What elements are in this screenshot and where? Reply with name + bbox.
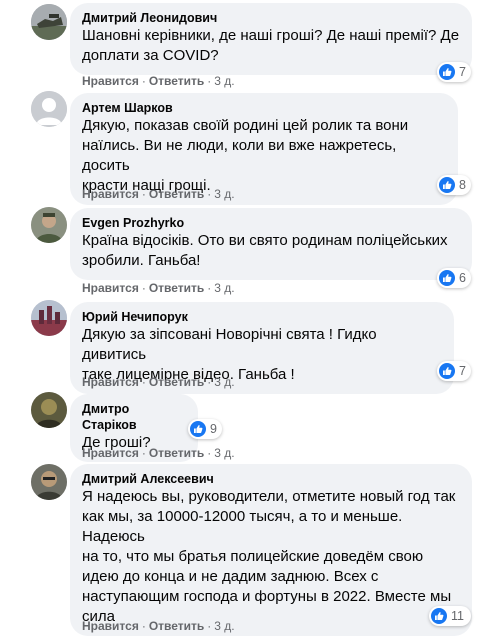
avatar-image — [31, 300, 67, 336]
thumbs-up-icon — [190, 421, 206, 437]
separator: · — [141, 375, 146, 389]
thumbs-up-icon — [439, 270, 455, 286]
comment-actions: Нравится · Ответить · 3 д. — [82, 445, 235, 461]
comment-time[interactable]: 3 д. — [214, 74, 234, 88]
comment-text-line: наїлись. Ви не люди, коли ви вже нажрете… — [82, 137, 397, 174]
comment-actions: Нравится · Ответить · 3 д. — [82, 374, 235, 390]
avatar-image — [31, 4, 67, 40]
separator: · — [207, 187, 212, 201]
avatar[interactable] — [31, 4, 67, 40]
comment-time[interactable]: 3 д. — [214, 187, 234, 201]
reply-link[interactable]: Ответить — [149, 187, 204, 201]
avatar-image — [31, 464, 67, 500]
comment-author[interactable]: Юрий Нечипорук — [82, 309, 442, 325]
comment-actions: Нравится · Ответить · 3 д. — [82, 186, 235, 202]
separator: · — [141, 619, 146, 633]
thumbs-up-icon — [439, 177, 455, 193]
separator: · — [207, 375, 212, 389]
comment-time[interactable]: 3 д. — [214, 446, 234, 460]
thumbs-up-icon — [439, 64, 455, 80]
reaction-count-badge[interactable]: 7 — [437, 361, 471, 381]
separator: · — [141, 446, 146, 460]
like-link[interactable]: Нравится — [82, 74, 139, 88]
comment-actions: Нравится · Ответить · 3 д. — [82, 280, 235, 296]
comment-text-line: как мы, за 10000-12000 тысяч, а то и мен… — [82, 508, 403, 545]
separator: · — [207, 74, 212, 88]
reply-link[interactable]: Ответить — [149, 74, 204, 88]
comment-text-line: Я надеюсь вы, руководители, отметите нов… — [82, 488, 456, 505]
comment-text-line: доплати за COVID? — [82, 47, 219, 64]
thumbs-up-icon — [439, 363, 455, 379]
comment-text-line: Країна відосіків. Ото ви свято родинам п… — [82, 232, 448, 249]
avatar[interactable] — [31, 207, 67, 243]
comment-author[interactable]: Дмитрий Алексеевич — [82, 471, 460, 487]
comment-text-line: Шановні керівники, де наші гроші? Де наш… — [82, 27, 460, 44]
reaction-count: 9 — [210, 422, 217, 436]
thumbs-up-icon — [431, 608, 447, 624]
separator: · — [207, 281, 212, 295]
comment-bubble: Дмитрий Леонидович Шановні керівники, де… — [70, 3, 472, 75]
comment-author[interactable]: Дмитро Старіков — [82, 401, 186, 433]
comment-time[interactable]: 3 д. — [214, 619, 234, 633]
reply-link[interactable]: Ответить — [149, 446, 204, 460]
separator: · — [141, 187, 146, 201]
separator: · — [141, 281, 146, 295]
separator: · — [207, 619, 212, 633]
reaction-count: 7 — [459, 364, 466, 378]
avatar[interactable] — [31, 91, 67, 127]
comment-time[interactable]: 3 д. — [214, 281, 234, 295]
comment-bubble: Дмитрий Алексеевич Я надеюсь вы, руковод… — [70, 464, 472, 636]
separator: · — [141, 74, 146, 88]
reaction-count-badge[interactable]: 6 — [437, 268, 471, 288]
reply-link[interactable]: Ответить — [149, 375, 204, 389]
reply-link[interactable]: Ответить — [149, 619, 204, 633]
avatar-image — [31, 207, 67, 243]
default-avatar-image — [31, 91, 67, 127]
like-link[interactable]: Нравится — [82, 446, 139, 460]
comment-text-line: Дякую, показав своїй родині цей ролик та… — [82, 117, 409, 134]
separator: · — [207, 446, 212, 460]
reaction-count-badge[interactable]: 8 — [437, 175, 471, 195]
reaction-count-badge[interactable]: 7 — [437, 62, 471, 82]
comment-text-line: идею до конца и не дадим заднюю. Всех с — [82, 568, 379, 585]
avatar-image — [31, 392, 67, 428]
reply-link[interactable]: Ответить — [149, 281, 204, 295]
comment-author[interactable]: Дмитрий Леонидович — [82, 10, 460, 26]
comment-actions: Нравится · Ответить · 3 д. — [82, 73, 235, 89]
like-link[interactable]: Нравится — [82, 619, 139, 633]
reaction-count: 7 — [459, 65, 466, 79]
comment-text-line: наступающим господа и фортуны в 2022. Вм… — [82, 588, 452, 605]
reaction-count: 8 — [459, 178, 466, 192]
comment-bubble: Evgen Prozhyrko Країна відосіків. Ото ви… — [70, 208, 472, 280]
comment-text-line: на то, что мы братья полицейские доведём… — [82, 548, 424, 565]
like-link[interactable]: Нравится — [82, 375, 139, 389]
reaction-count: 11 — [451, 609, 464, 623]
avatar[interactable] — [31, 300, 67, 336]
reaction-count-badge[interactable]: 9 — [188, 419, 222, 439]
like-link[interactable]: Нравится — [82, 187, 139, 201]
reaction-count-badge[interactable]: 11 — [429, 606, 471, 626]
comment-text-line: зробили. Ганьба! — [82, 252, 201, 269]
avatar[interactable] — [31, 392, 67, 428]
comment-time[interactable]: 3 д. — [214, 375, 234, 389]
comment-author[interactable]: Артем Шарков — [82, 100, 446, 116]
like-link[interactable]: Нравится — [82, 281, 139, 295]
comment-author[interactable]: Evgen Prozhyrko — [82, 215, 460, 231]
reaction-count: 6 — [459, 271, 466, 285]
comment-text-line: Дякую за зіпсовані Новорічні свята ! Гид… — [82, 326, 377, 363]
avatar[interactable] — [31, 464, 67, 500]
